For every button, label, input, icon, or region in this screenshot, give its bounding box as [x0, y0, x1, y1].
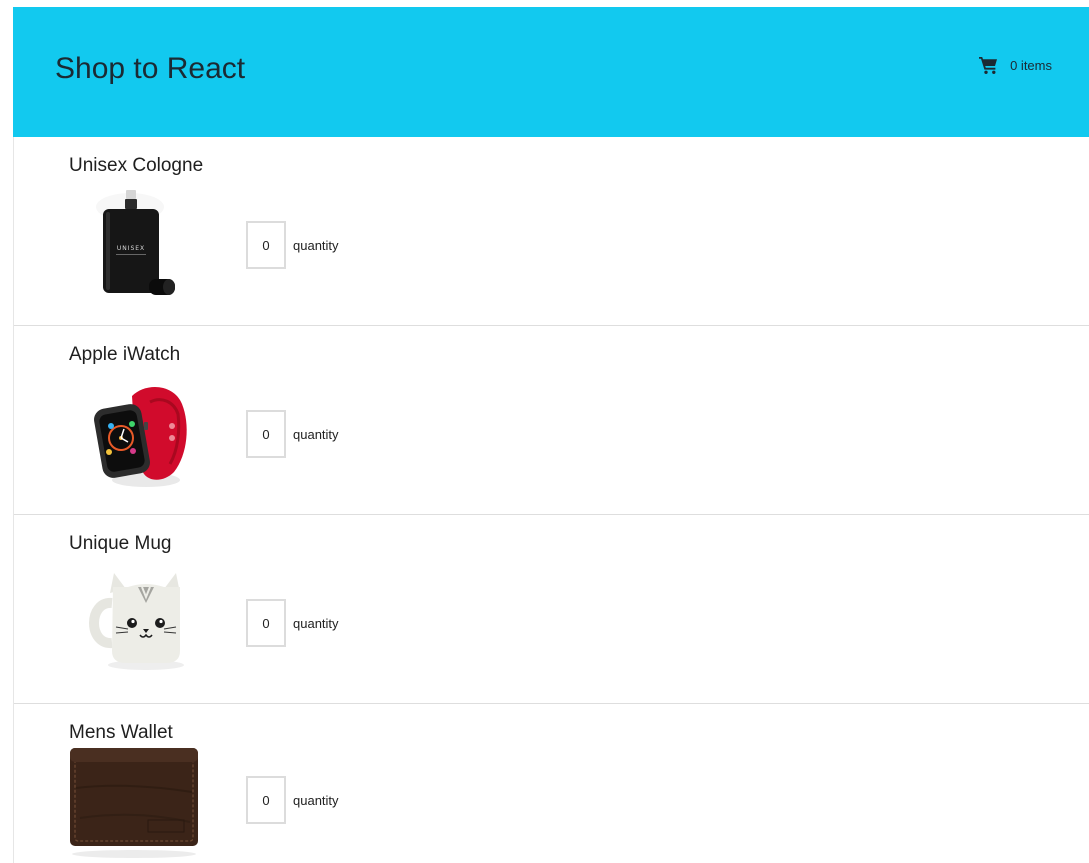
product-item: Unique Mug 0 quantity: [14, 515, 1089, 704]
cart-button[interactable]: 0 items: [978, 55, 1052, 75]
quantity-label: quantity: [293, 792, 339, 808]
product-item: Unisex Cologne UNISEX quantity: [14, 137, 1089, 326]
quantity-label: quantity: [293, 237, 339, 253]
quantity-input[interactable]: [246, 776, 286, 824]
cologne-bottle-image: UNISEX: [66, 185, 206, 303]
product-name: Apple iWatch: [69, 344, 181, 365]
quantity-input[interactable]: [246, 410, 286, 458]
shopping-cart-icon: [979, 57, 998, 74]
leather-wallet-image: [66, 748, 206, 863]
quantity-control: quantity: [246, 599, 339, 647]
quantity-label: quantity: [293, 615, 339, 631]
product-item: Mens Wallet quantity: [14, 704, 1089, 863]
product-name: Mens Wallet: [69, 722, 173, 743]
product-name: Unique Mug: [69, 533, 172, 554]
shop-page: Shop to React 0 items Unisex Cologne UNI…: [0, 0, 1089, 863]
quantity-control: quantity: [246, 410, 339, 458]
quantity-input[interactable]: [246, 221, 286, 269]
quantity-input[interactable]: [246, 599, 286, 647]
quantity-control: quantity: [246, 221, 339, 269]
quantity-control: quantity: [246, 776, 339, 824]
product-name: Unisex Cologne: [69, 155, 204, 176]
cart-item-count: 0 items: [1010, 57, 1052, 73]
app-header: Shop to React 0 items: [13, 7, 1089, 137]
cat-mug-image: [66, 563, 206, 681]
apple-watch-image: [66, 374, 206, 492]
product-list: Unisex Cologne UNISEX quantity: [13, 137, 1089, 863]
page-title: Shop to React: [55, 52, 246, 85]
quantity-label: quantity: [293, 426, 339, 442]
cologne-label-text: UNISEX: [117, 245, 145, 252]
product-item: Apple iWatch 0 quantity: [14, 326, 1089, 515]
